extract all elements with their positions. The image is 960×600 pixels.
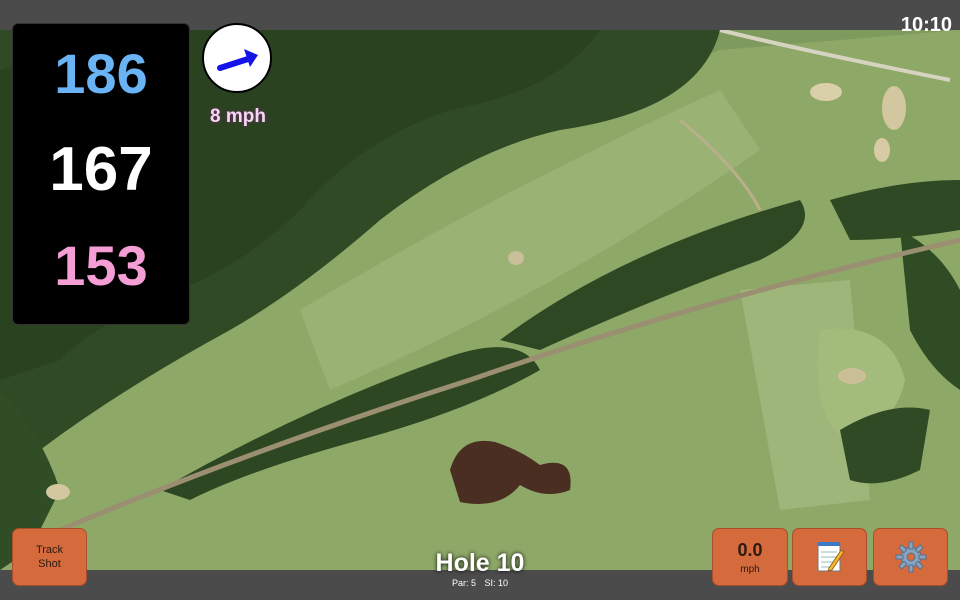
hole-info: Par: 5 SI: 10: [380, 578, 580, 588]
distance-panel: 186 167 153: [12, 23, 190, 325]
wind-speed-label: 8 mph: [210, 106, 266, 127]
speed-unit: mph: [740, 563, 760, 575]
front-distance: 153: [54, 234, 148, 297]
gear-icon: [895, 541, 926, 573]
notepad-icon: [817, 542, 845, 572]
wind-direction-dial: [202, 23, 272, 93]
middle-distance: 167: [49, 135, 153, 204]
speed-button[interactable]: 0.0 mph: [712, 528, 788, 586]
back-distance: 186: [54, 42, 148, 105]
hole-title: Hole 10: [435, 549, 525, 577]
track-shot-label-line2: Shot: [38, 558, 61, 570]
settings-button[interactable]: [873, 528, 948, 586]
wind-direction-arrow-icon: [217, 49, 258, 71]
track-shot-button[interactable]: Track Shot: [12, 528, 87, 586]
stroke-index-label: SI: 10: [484, 578, 509, 588]
par-label: Par: 5: [451, 578, 476, 588]
clock: 10:10: [900, 14, 952, 36]
notes-button[interactable]: [792, 528, 867, 586]
speed-value: 0.0: [737, 539, 763, 560]
track-shot-label-line1: Track: [35, 544, 64, 556]
